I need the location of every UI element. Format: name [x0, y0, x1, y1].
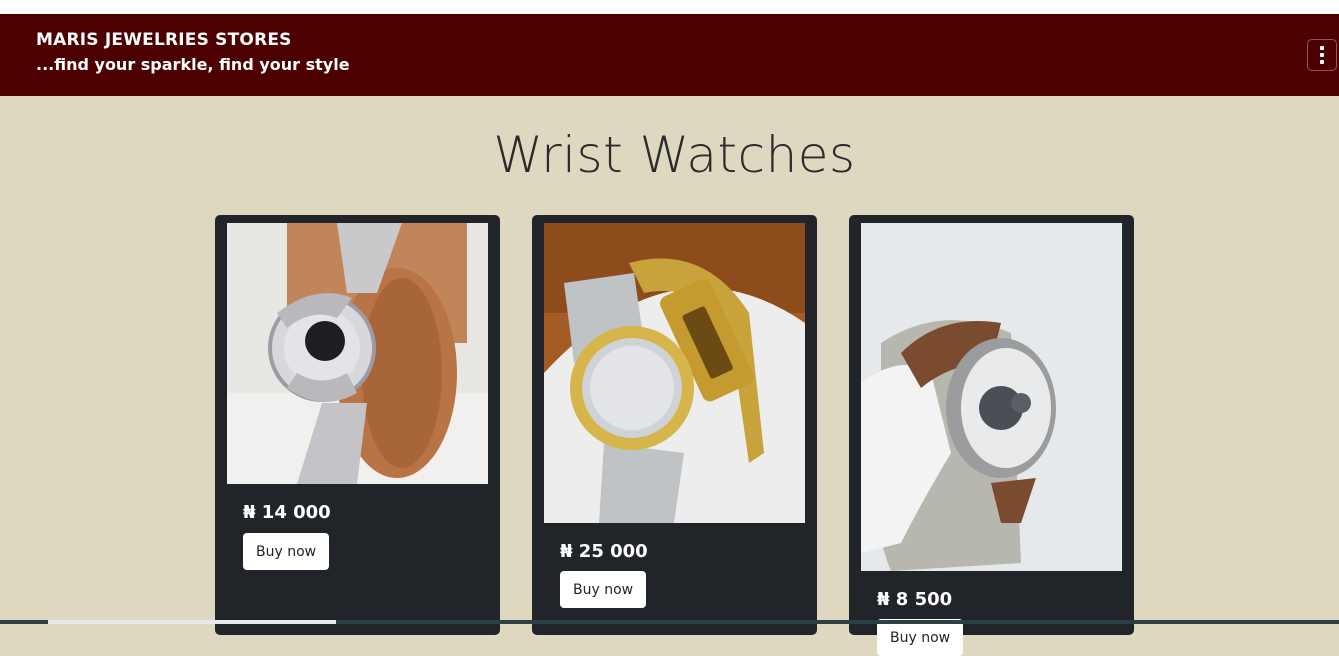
product-image [544, 223, 805, 523]
brand-name[interactable]: MARIS JEWELRIES STORES [36, 30, 292, 50]
vertical-dots-icon [1320, 46, 1324, 64]
buy-now-button[interactable]: Buy now [560, 571, 647, 608]
product-price: ₦ 14 000 [243, 502, 331, 523]
scrollbar-thumb[interactable] [48, 620, 336, 624]
product-price: ₦ 8 500 [877, 589, 953, 610]
product-image [227, 223, 488, 484]
page-title: Wrist Watches [493, 126, 856, 184]
product-card: ₦ 8 500 Buy now [849, 215, 1134, 656]
product-image [861, 223, 1122, 571]
menu-toggle-button[interactable] [1307, 39, 1337, 71]
brand-tagline: ...find your sparkle, find your style [36, 55, 350, 74]
browser-top-strip [0, 0, 1339, 14]
navbar: MARIS JEWELRIES STORES ...find your spar… [0, 14, 1339, 96]
product-card: ₦ 25 000 Buy now [532, 215, 817, 635]
horizontal-scrollbar[interactable] [0, 620, 1339, 624]
product-price: ₦ 25 000 [560, 541, 648, 562]
buy-now-button[interactable]: Buy now [877, 619, 964, 656]
product-card: ₦ 14 000 Buy now [215, 215, 500, 635]
buy-now-button[interactable]: Buy now [243, 533, 330, 570]
